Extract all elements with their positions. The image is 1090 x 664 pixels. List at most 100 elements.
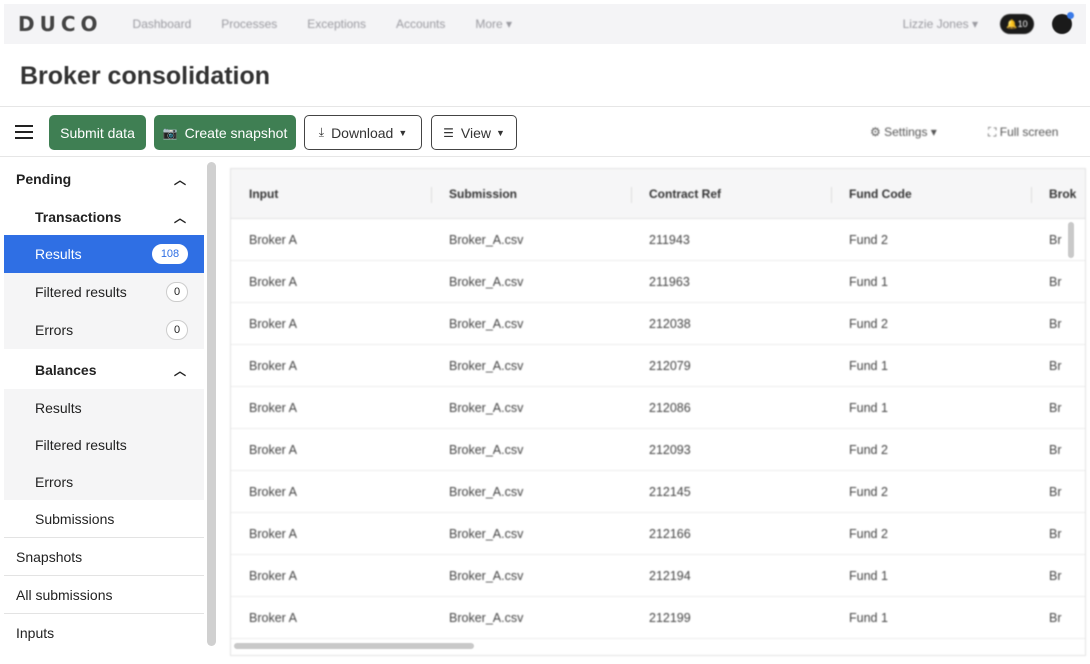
nav-right: Lizzie Jones ▾ 🔔 10 — [903, 12, 1074, 34]
column-header[interactable]: Brok — [1049, 187, 1076, 201]
nav-dashboard[interactable]: Dashboard — [133, 17, 192, 31]
sidebar-label: Filtered results — [35, 436, 127, 453]
download-label: Download — [331, 124, 394, 141]
table-cell: 212093 — [649, 442, 691, 457]
sidebar-item-bal-errors[interactable]: Errors — [4, 463, 204, 500]
nav-more[interactable]: More ▾ — [475, 17, 512, 31]
table-cell: Broker_A.csv — [449, 400, 524, 415]
sidebar-item-submissions[interactable]: Submissions — [4, 500, 204, 537]
sidebar-item-bal-results[interactable]: Results — [4, 389, 204, 426]
table-header: Input Submission Contract Ref Fund Code … — [231, 169, 1085, 219]
table-cell: 212166 — [649, 526, 691, 541]
column-header[interactable]: Contract Ref — [649, 187, 721, 201]
table-body: Broker A Broker_A.csv 211943 Fund 2 Br Broker… — [231, 219, 1085, 639]
avatar[interactable] — [1052, 12, 1074, 34]
column-header[interactable]: Input — [249, 187, 278, 201]
sidebar-item-snapshots[interactable]: Snapshots — [4, 538, 204, 575]
fullscreen-button[interactable]: ⛶ Full screen — [988, 125, 1058, 140]
table-cell: Fund 2 — [849, 232, 888, 247]
nav-accounts[interactable]: Accounts — [396, 17, 445, 31]
table-cell: Broker A — [249, 400, 297, 415]
sidebar-label: Errors — [35, 322, 74, 338]
divider — [0, 156, 1090, 157]
submit-data-button[interactable]: Submit data — [49, 115, 146, 150]
table-cell: Broker_A.csv — [449, 526, 524, 541]
sidebar-item-tx-errors[interactable]: Errors 0 — [4, 311, 204, 349]
vertical-scrollbar[interactable] — [1068, 222, 1074, 258]
table-cell: Broker_A.csv — [449, 610, 524, 625]
table-row[interactable]: Broker A Broker_A.csv 212086 Fund 1 Br — [231, 387, 1085, 429]
settings-label: Settings ▾ — [884, 125, 937, 139]
sidebar-label: Pending — [16, 171, 72, 187]
top-nav: DUCO Dashboard Processes Exceptions Acco… — [4, 4, 1086, 44]
sidebar-group-transactions[interactable]: Transactions ︿ — [4, 198, 204, 236]
chevron-up-icon: ︿ — [173, 172, 186, 187]
view-label: View — [460, 124, 491, 141]
table-cell: Broker_A.csv — [449, 316, 524, 331]
sidebar-item-inputs[interactable]: Inputs — [4, 614, 204, 651]
hamburger-icon[interactable] — [15, 125, 33, 139]
column-header[interactable]: Fund Code — [849, 187, 912, 201]
horizontal-scrollbar[interactable] — [234, 643, 474, 649]
table-cell: Broker A — [249, 484, 297, 499]
create-snapshot-button[interactable]: 📷 Create snapshot — [154, 115, 296, 150]
sidebar-label: Inputs — [16, 624, 55, 641]
count-badge: 0 — [166, 282, 188, 302]
sidebar-item-bal-filtered[interactable]: Filtered results — [4, 426, 204, 463]
sidebar-label: Results — [35, 246, 82, 262]
table-cell: 212145 — [649, 484, 691, 499]
table-row[interactable]: Broker A Broker_A.csv 212038 Fund 2 Br — [231, 303, 1085, 345]
camera-icon: 📷 — [162, 125, 178, 140]
table-cell: Fund 1 — [849, 400, 888, 415]
count-badge: 108 — [152, 244, 188, 264]
table-row[interactable]: Broker A Broker_A.csv 212145 Fund 2 Br — [231, 471, 1085, 513]
chevron-up-icon: ︿ — [173, 363, 186, 378]
divider — [831, 187, 832, 203]
sidebar-section-pending[interactable]: Pending ︿ — [4, 160, 204, 198]
table-row[interactable]: Broker A Broker_A.csv 211963 Fund 1 Br — [231, 261, 1085, 303]
sidebar: Pending ︿ Transactions ︿ Results 108 Fil… — [4, 158, 204, 664]
table-cell: Fund 2 — [849, 526, 888, 541]
chevron-down-icon: ▼ — [495, 127, 505, 138]
table-row[interactable]: Broker A Broker_A.csv 212199 Fund 1 Br — [231, 597, 1085, 639]
table-cell: Fund 1 — [849, 358, 888, 373]
sidebar-scrollbar[interactable] — [207, 162, 216, 646]
table-row[interactable]: Broker A Broker_A.csv 212166 Fund 2 Br — [231, 513, 1085, 555]
sidebar-item-tx-filtered[interactable]: Filtered results 0 — [4, 273, 204, 311]
bell-icon[interactable]: 🔔 10 — [1000, 14, 1034, 34]
sidebar-item-all-submissions[interactable]: All submissions — [4, 576, 204, 613]
table-cell: 212194 — [649, 568, 691, 583]
table-cell: Fund 1 — [849, 568, 888, 583]
duco-logo[interactable]: DUCO — [18, 12, 103, 36]
divider — [0, 106, 1090, 107]
sliders-icon: ☰ — [443, 125, 454, 140]
gear-icon: ⚙ — [870, 125, 881, 139]
table-cell: Broker A — [249, 610, 297, 625]
table-row[interactable]: Broker A Broker_A.csv 212079 Fund 1 Br — [231, 345, 1085, 387]
table-cell: Fund 1 — [849, 610, 888, 625]
table-cell: Broker_A.csv — [449, 484, 524, 499]
settings-button[interactable]: ⚙ Settings ▾ — [870, 125, 937, 139]
table-cell: Fund 2 — [849, 484, 888, 499]
download-icon: ⤓ — [318, 125, 325, 139]
table-row[interactable]: Broker A Broker_A.csv 212093 Fund 2 Br — [231, 429, 1085, 471]
table-cell: Br — [1049, 316, 1062, 331]
view-button[interactable]: ☰ View ▼ — [431, 115, 517, 150]
user-menu[interactable]: Lizzie Jones ▾ — [903, 17, 978, 31]
table-row[interactable]: Broker A Broker_A.csv 211943 Fund 2 Br — [231, 219, 1085, 261]
table-cell: Broker A — [249, 568, 297, 583]
sidebar-label: Errors — [35, 473, 74, 490]
nav-processes[interactable]: Processes — [221, 17, 277, 31]
sidebar-item-tx-results[interactable]: Results 108 — [4, 235, 204, 273]
download-button[interactable]: ⤓ Download ▼ — [304, 115, 422, 150]
toolbar: Submit data 📷 Create snapshot ⤓ Download… — [0, 112, 1090, 154]
sidebar-label: Snapshots — [16, 548, 83, 565]
table-cell: Broker A — [249, 274, 297, 289]
sidebar-label: Transactions — [35, 209, 122, 225]
column-header[interactable]: Submission — [449, 187, 517, 201]
table-row[interactable]: Broker A Broker_A.csv 212194 Fund 1 Br — [231, 555, 1085, 597]
nav-exceptions[interactable]: Exceptions — [307, 17, 366, 31]
sidebar-label: Submissions — [35, 510, 115, 527]
divider — [631, 187, 632, 203]
sidebar-group-balances[interactable]: Balances ︿ — [4, 351, 204, 389]
